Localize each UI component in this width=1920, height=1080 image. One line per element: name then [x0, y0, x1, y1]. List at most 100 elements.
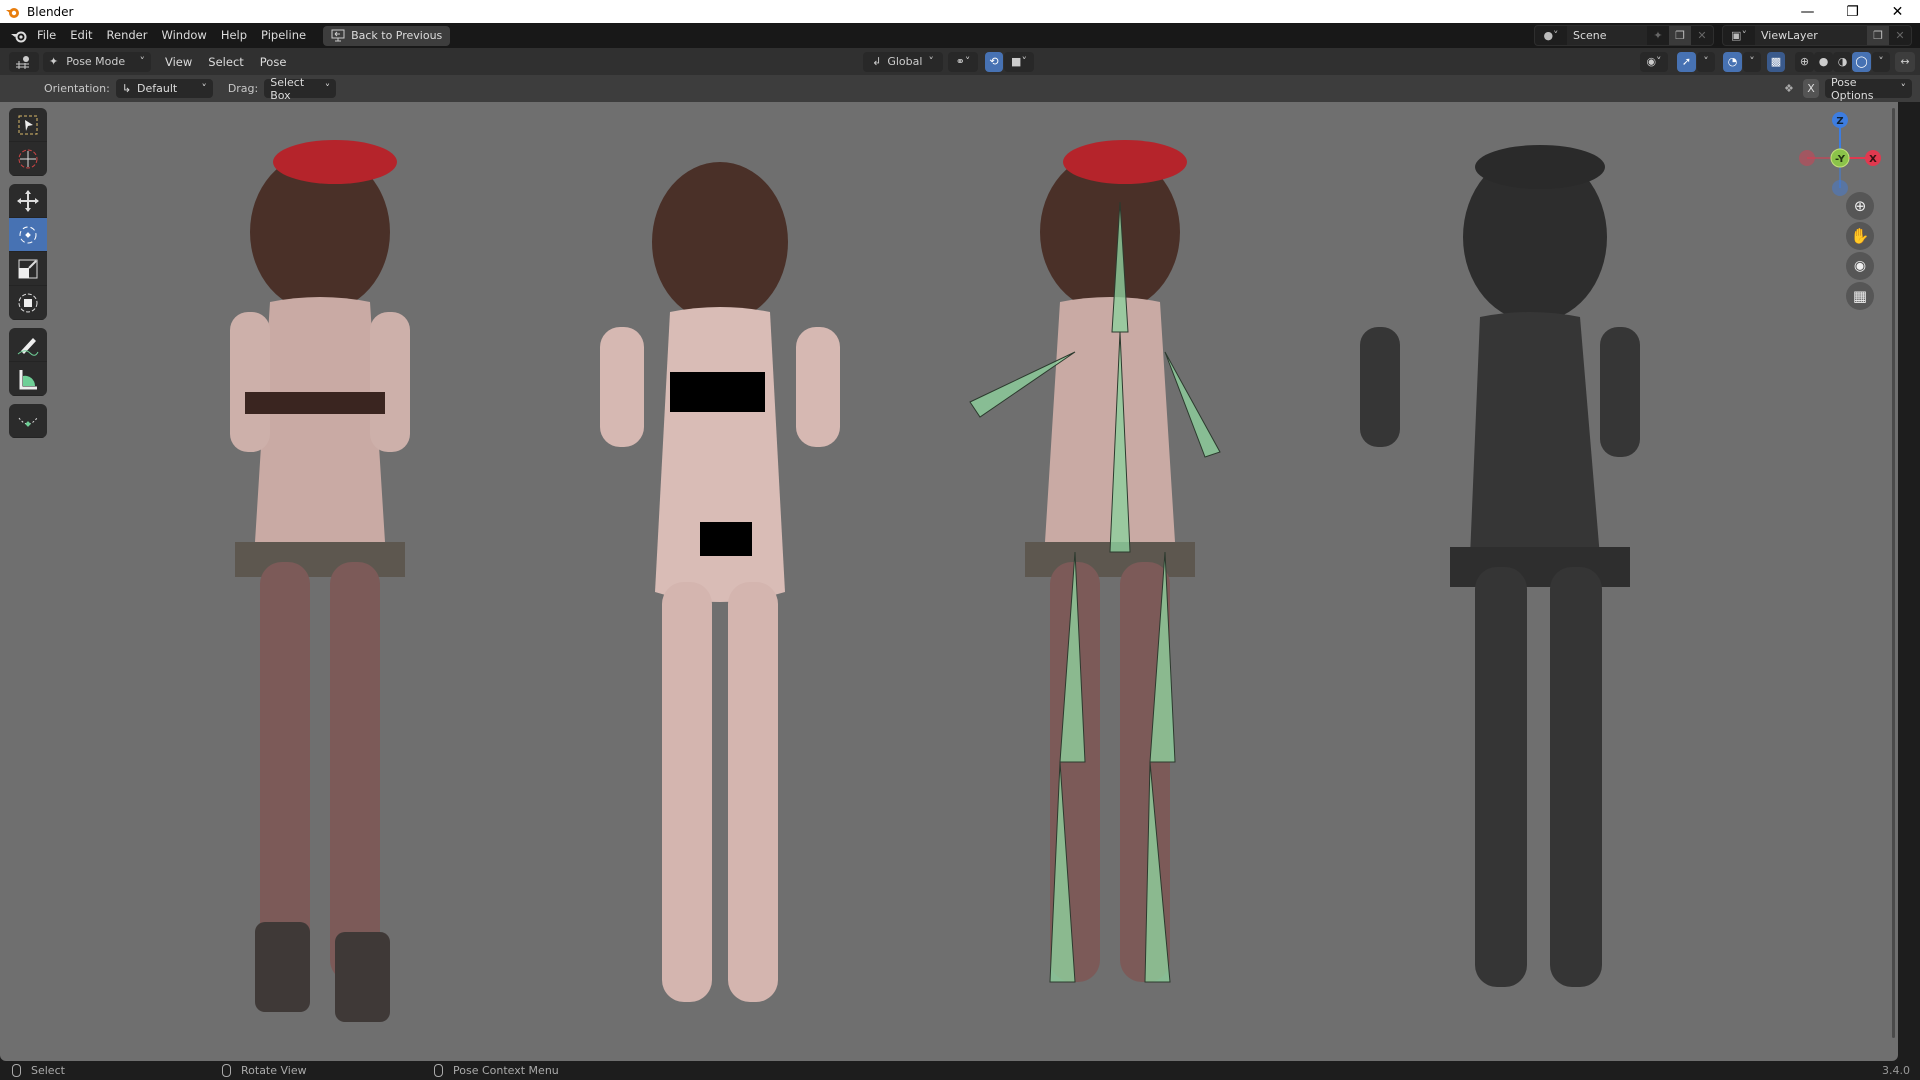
top-bar: File Edit Render Window Help Pipeline Ba…: [0, 23, 1920, 48]
zoom-magnifier-icon: ⊕: [1853, 197, 1867, 215]
scene-selector[interactable]: ●˅ Scene ✦ ❐ ✕: [1534, 25, 1714, 46]
blender-menu-icon[interactable]: [8, 26, 30, 46]
status-rotate-view: Rotate View: [222, 1064, 307, 1077]
viewport-scrollbar[interactable]: [1892, 108, 1895, 1038]
blender-app-icon: [6, 7, 19, 18]
drag-value: Select Box: [270, 75, 305, 102]
select-box-icon: [18, 115, 38, 134]
shading-material-button[interactable]: ◑: [1833, 51, 1852, 72]
shading-wireframe-button[interactable]: ⊕: [1795, 51, 1814, 72]
pan-view-button[interactable]: ✋: [1846, 222, 1874, 250]
tool-transform[interactable]: [9, 286, 47, 320]
measure-ruler-icon: [19, 369, 37, 389]
window-title: Blender: [27, 4, 74, 19]
view-layer-name[interactable]: ViewLayer: [1755, 26, 1867, 45]
toggle-sidebar-button[interactable]: ↔: [1895, 51, 1915, 72]
scene-icon[interactable]: ●˅: [1535, 26, 1567, 45]
scale-icon: [18, 259, 38, 278]
gizmo-dropdown[interactable]: ˅: [1697, 51, 1715, 72]
minimize-button[interactable]: —: [1785, 0, 1830, 23]
tool-bone-size[interactable]: [9, 404, 47, 438]
bone-envelope-icon: [18, 417, 38, 427]
mirror-x-label: X: [1807, 82, 1815, 95]
figure-render-preview-base[interactable]: [570, 152, 870, 1061]
pose-options-dropdown[interactable]: Pose Options ˅: [1825, 76, 1912, 102]
chevron-down-icon: ˅: [324, 82, 331, 95]
camera-icon: ◉: [1853, 258, 1867, 274]
tool-shelf: [9, 108, 47, 446]
menu-view[interactable]: View: [157, 55, 200, 69]
back-to-previous-button[interactable]: Back to Previous: [323, 25, 451, 46]
menu-pose[interactable]: Pose: [252, 55, 295, 69]
menu-file[interactable]: File: [30, 23, 63, 48]
mirror-icon[interactable]: ❖: [1784, 82, 1794, 95]
close-window-button[interactable]: ✕: [1875, 0, 1920, 23]
figure-wireframe-preview[interactable]: [1360, 127, 1680, 1057]
zoom-view-button[interactable]: ⊕: [1846, 192, 1874, 220]
tool-scale[interactable]: [9, 252, 47, 286]
orientation-dropdown[interactable]: ↳ Default ˅: [115, 79, 213, 98]
pin-icon[interactable]: ✦: [1647, 26, 1669, 45]
delete-view-layer-icon[interactable]: ✕: [1889, 26, 1911, 45]
orientation-icon: ↳: [121, 82, 132, 95]
viewport-editor-icon: [16, 55, 29, 69]
status-bar: Select Rotate View Pose Context Menu 3.4…: [0, 1061, 1920, 1080]
ortho-toggle-button[interactable]: ▦: [1846, 282, 1874, 310]
restore-button[interactable]: ❐: [1830, 0, 1875, 23]
tool-cursor[interactable]: [9, 142, 47, 176]
tool-move[interactable]: [9, 184, 47, 218]
annotate-pencil-icon: [17, 337, 39, 356]
scene-name[interactable]: Scene: [1567, 26, 1647, 45]
show-gizmo-toggle[interactable]: ➚: [1677, 51, 1696, 72]
new-view-layer-icon[interactable]: ❐: [1867, 26, 1889, 45]
shading-solid-button[interactable]: ●: [1814, 51, 1833, 72]
new-scene-icon[interactable]: ❐: [1669, 26, 1691, 45]
menu-help[interactable]: Help: [214, 23, 254, 48]
menu-pipeline[interactable]: Pipeline: [254, 23, 313, 48]
snap-target-dropdown[interactable]: ■˅: [1004, 51, 1034, 72]
selectability-visibility-dropdown[interactable]: ◉˅: [1640, 51, 1668, 72]
mirror-x-toggle[interactable]: X: [1803, 79, 1819, 98]
tool-measure[interactable]: [9, 362, 47, 396]
chevron-down-icon: ˅: [928, 55, 934, 68]
move-icon: [17, 189, 39, 212]
3d-viewport[interactable]: [0, 102, 1898, 1061]
show-overlays-toggle[interactable]: ◔: [1723, 51, 1742, 72]
delete-scene-icon[interactable]: ✕: [1691, 26, 1713, 45]
view-layer-icon[interactable]: ▣˅: [1723, 26, 1755, 45]
navigation-gizmo[interactable]: Z -Y X: [1790, 108, 1890, 208]
overlays-dropdown[interactable]: ˅: [1743, 51, 1761, 72]
view-layer-selector[interactable]: ▣˅ ViewLayer ❐ ✕: [1722, 25, 1912, 46]
editor-type-button[interactable]: [9, 51, 39, 72]
tool-rotate[interactable]: [9, 218, 47, 252]
mouse-middle-icon: [222, 1064, 231, 1077]
snap-toggle[interactable]: ⟲: [985, 51, 1003, 72]
figure-render-preview[interactable]: [160, 122, 480, 1052]
orientation-value: Default: [137, 82, 178, 95]
transform-orientation-dropdown[interactable]: ↲ Global ˅: [863, 51, 943, 72]
menu-select[interactable]: Select: [200, 55, 251, 69]
drag-label: Drag:: [227, 82, 259, 95]
hand-icon: ✋: [1850, 227, 1870, 245]
back-to-previous-label: Back to Previous: [351, 29, 443, 42]
status-select-label: Select: [31, 1064, 65, 1077]
drag-dropdown[interactable]: Select Box ˅: [264, 76, 337, 102]
tool-select-box[interactable]: [9, 108, 47, 142]
shading-dropdown[interactable]: ˅: [1872, 51, 1890, 72]
camera-view-button[interactable]: ◉: [1846, 252, 1874, 280]
menu-edit[interactable]: Edit: [63, 23, 99, 48]
xray-toggle[interactable]: ▩: [1767, 51, 1785, 72]
chevron-down-icon: ˅: [201, 82, 207, 95]
axis-neg-x-handle: [1799, 150, 1815, 166]
tool-annotate[interactable]: [9, 328, 47, 362]
shading-rendered-button[interactable]: ◯: [1852, 51, 1871, 72]
figure-armature-preview[interactable]: [950, 122, 1270, 1052]
pivot-point-dropdown[interactable]: ⚭˅: [948, 51, 978, 72]
mode-dropdown[interactable]: ✦ Pose Mode ˅: [43, 51, 151, 72]
grid-icon: ▦: [1852, 287, 1868, 305]
menu-render[interactable]: Render: [100, 23, 155, 48]
axis-x-label: X: [1869, 154, 1877, 165]
rotate-icon: [19, 226, 37, 243]
back-screen-icon: [331, 29, 345, 42]
menu-window[interactable]: Window: [154, 23, 213, 48]
